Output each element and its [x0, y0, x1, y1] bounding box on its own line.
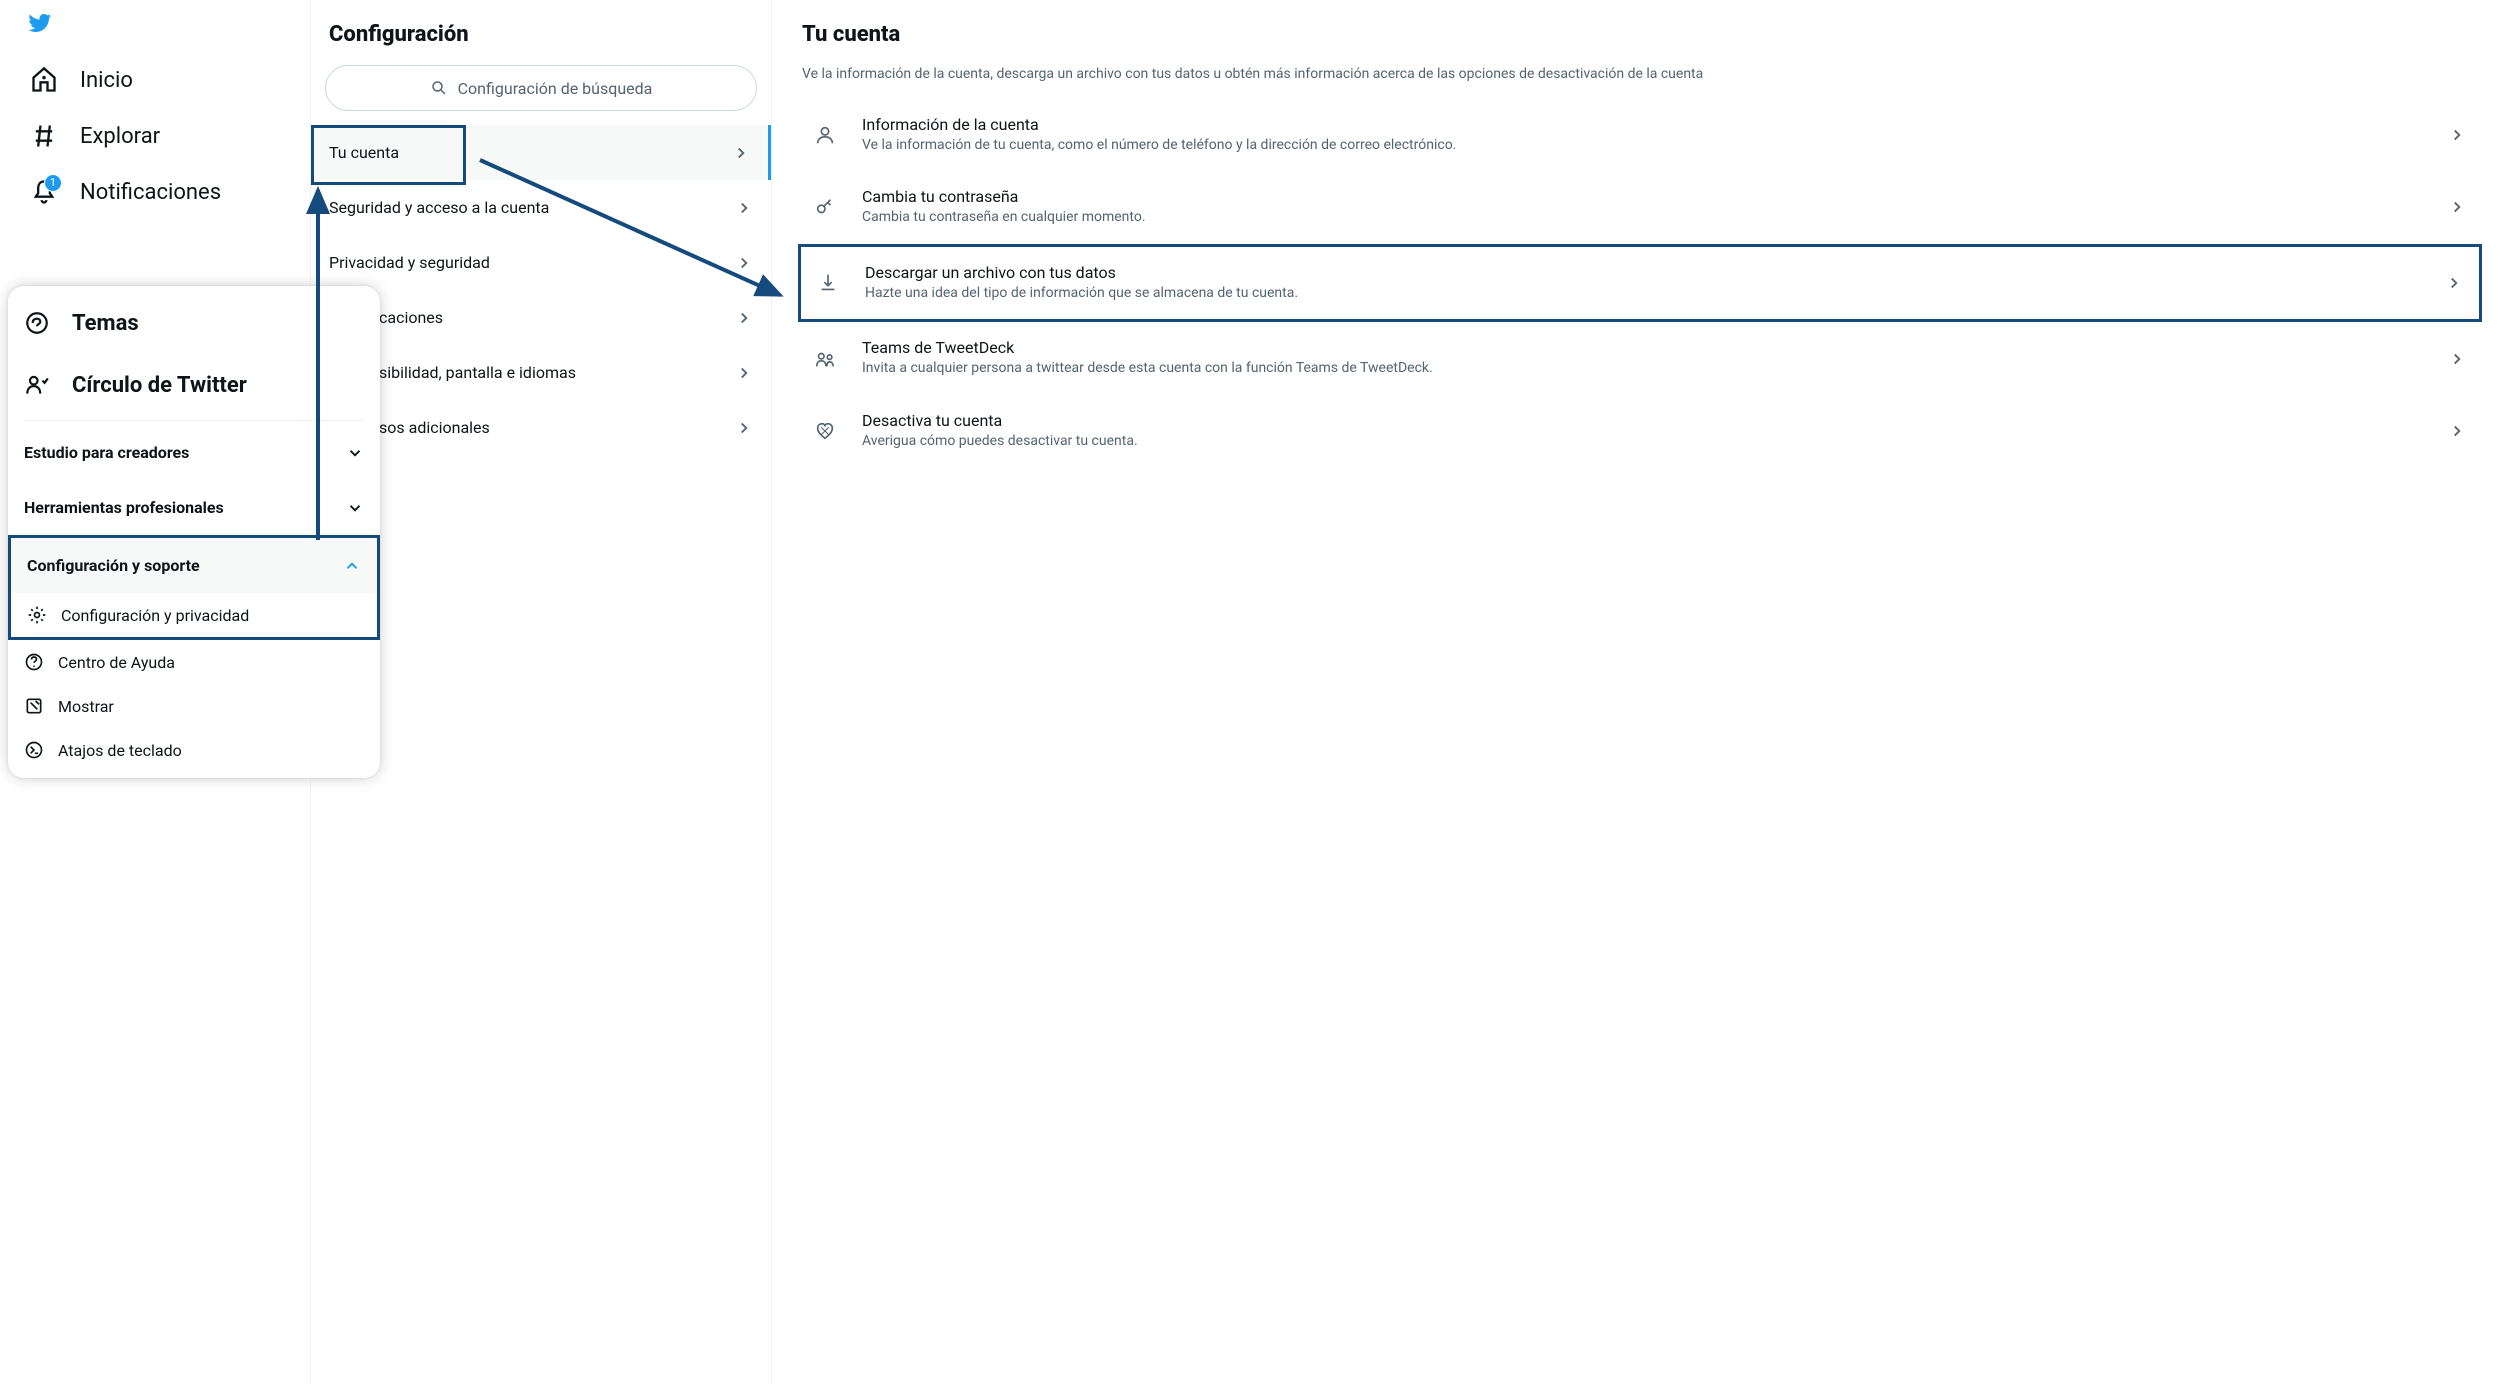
option-desc: Ve la información de tu cuenta, como el … [862, 136, 2422, 156]
chevron-right-icon [2445, 274, 2463, 292]
search-input[interactable]: Configuración de búsqueda [325, 65, 757, 111]
chevron-down-icon [346, 499, 364, 517]
option-title: Teams de TweetDeck [862, 338, 2422, 357]
nav-home-label: Inicio [80, 68, 133, 93]
chevron-right-icon [2448, 350, 2466, 368]
settings-item-security[interactable]: Seguridad y acceso a la cuenta [311, 180, 771, 235]
popup-help-center-label: Centro de Ayuda [58, 653, 175, 672]
popup-circle-label: Círculo de Twitter [72, 373, 247, 398]
chevron-right-icon [732, 144, 750, 162]
detail-subtitle: Ve la información de la cuenta, descarga… [798, 65, 2482, 99]
option-download-data[interactable]: Descargar un archivo con tus datos Hazte… [798, 244, 2482, 323]
popup-creator-studio[interactable]: Estudio para creadores [8, 425, 380, 480]
popup-pro-tools-label: Herramientas profesionales [24, 498, 224, 517]
user-icon [814, 124, 836, 146]
option-title: Información de la cuenta [862, 115, 2422, 134]
display-icon [24, 696, 44, 716]
chevron-right-icon [735, 254, 753, 272]
detail-column: Tu cuenta Ve la información de la cuenta… [772, 0, 2512, 1384]
nav-home[interactable]: Inicio [20, 52, 310, 108]
popup-pro-tools[interactable]: Herramientas profesionales [8, 480, 380, 535]
popup-creator-studio-label: Estudio para creadores [24, 443, 189, 462]
option-desc: Invita a cualquier persona a twittear de… [862, 359, 2422, 379]
search-placeholder: Configuración de búsqueda [458, 79, 653, 98]
topics-icon [24, 310, 50, 336]
popup-display[interactable]: Mostrar [8, 684, 380, 728]
chevron-right-icon [2448, 422, 2466, 440]
settings-item-label: Privacidad y seguridad [329, 253, 490, 272]
settings-item-privacy[interactable]: Privacidad y seguridad [311, 235, 771, 290]
chevron-right-icon [2448, 198, 2466, 216]
chevron-up-icon [343, 557, 361, 575]
gear-icon [27, 605, 47, 625]
notifications-badge: 1 [44, 174, 62, 192]
option-desc: Hazte una idea del tipo de información q… [865, 284, 2419, 304]
left-sidebar: Inicio Explorar 1 Notificaciones Temas C… [0, 0, 310, 1384]
nav-notifications-label: Notificaciones [80, 180, 221, 205]
more-menu-popup: Temas Círculo de Twitter Estudio para cr… [8, 286, 380, 778]
chevron-right-icon [735, 309, 753, 327]
popup-display-label: Mostrar [58, 697, 114, 716]
popup-settings-privacy-label: Configuración y privacidad [61, 606, 249, 625]
option-title: Desactiva tu cuenta [862, 411, 2422, 430]
popup-divider [24, 420, 364, 421]
download-icon [817, 272, 839, 294]
popup-settings-support-label: Configuración y soporte [27, 556, 200, 575]
chevron-right-icon [735, 419, 753, 437]
nav-explore-label: Explorar [80, 124, 160, 149]
popup-keyboard-shortcuts[interactable]: Atajos de teclado [8, 728, 380, 772]
home-icon [30, 66, 58, 94]
hash-icon [30, 122, 58, 150]
popup-help-center[interactable]: Centro de Ayuda [8, 640, 380, 684]
settings-item-accessibility[interactable]: sibilidad, pantalla e idiomas [311, 345, 771, 400]
settings-item-label: Tu cuenta [329, 143, 399, 162]
option-deactivate[interactable]: Desactiva tu cuenta Averigua cómo puedes… [798, 395, 2482, 468]
nav-notifications[interactable]: 1 Notificaciones [20, 164, 310, 220]
popup-settings-support[interactable]: Configuración y soporte [11, 538, 377, 593]
chevron-right-icon [2448, 126, 2466, 144]
key-icon [814, 196, 836, 218]
popup-keyboard-label: Atajos de teclado [58, 741, 182, 760]
twitter-logo-icon[interactable] [26, 10, 58, 42]
popup-circle[interactable]: Círculo de Twitter [8, 354, 380, 416]
option-desc: Averigua cómo puedes desactivar tu cuent… [862, 432, 2422, 452]
team-icon [814, 348, 836, 370]
annotation-box-settings-support: Configuración y soporte Configuración y … [8, 535, 380, 640]
settings-item-label: Seguridad y acceso a la cuenta [329, 198, 549, 217]
detail-title: Tu cuenta [798, 10, 2482, 65]
chevron-right-icon [735, 199, 753, 217]
bell-icon: 1 [30, 178, 58, 206]
option-title: Cambia tu contraseña [862, 187, 2422, 206]
settings-item-notifications[interactable]: caciones [311, 290, 771, 345]
option-desc: Cambia tu contraseña en cualquier moment… [862, 208, 2422, 228]
popup-topics[interactable]: Temas [8, 292, 380, 354]
option-title: Descargar un archivo con tus datos [865, 263, 2419, 282]
keyboard-icon [24, 740, 44, 760]
option-tweetdeck-teams[interactable]: Teams de TweetDeck Invita a cualquier pe… [798, 322, 2482, 395]
option-account-info[interactable]: Información de la cuenta Ve la informaci… [798, 99, 2482, 172]
option-change-password[interactable]: Cambia tu contraseña Cambia tu contraseñ… [798, 171, 2482, 244]
popup-settings-privacy[interactable]: Configuración y privacidad [11, 593, 377, 637]
settings-item-account[interactable]: Tu cuenta [311, 125, 771, 180]
heartbreak-icon [814, 420, 836, 442]
settings-item-resources[interactable]: sos adicionales [311, 400, 771, 455]
chevron-down-icon [346, 444, 364, 462]
nav-explore[interactable]: Explorar [20, 108, 310, 164]
help-icon [24, 652, 44, 672]
settings-title: Configuración [311, 10, 771, 65]
search-icon [430, 79, 448, 97]
popup-topics-label: Temas [72, 311, 139, 336]
circle-icon [24, 372, 50, 398]
chevron-right-icon [735, 364, 753, 382]
